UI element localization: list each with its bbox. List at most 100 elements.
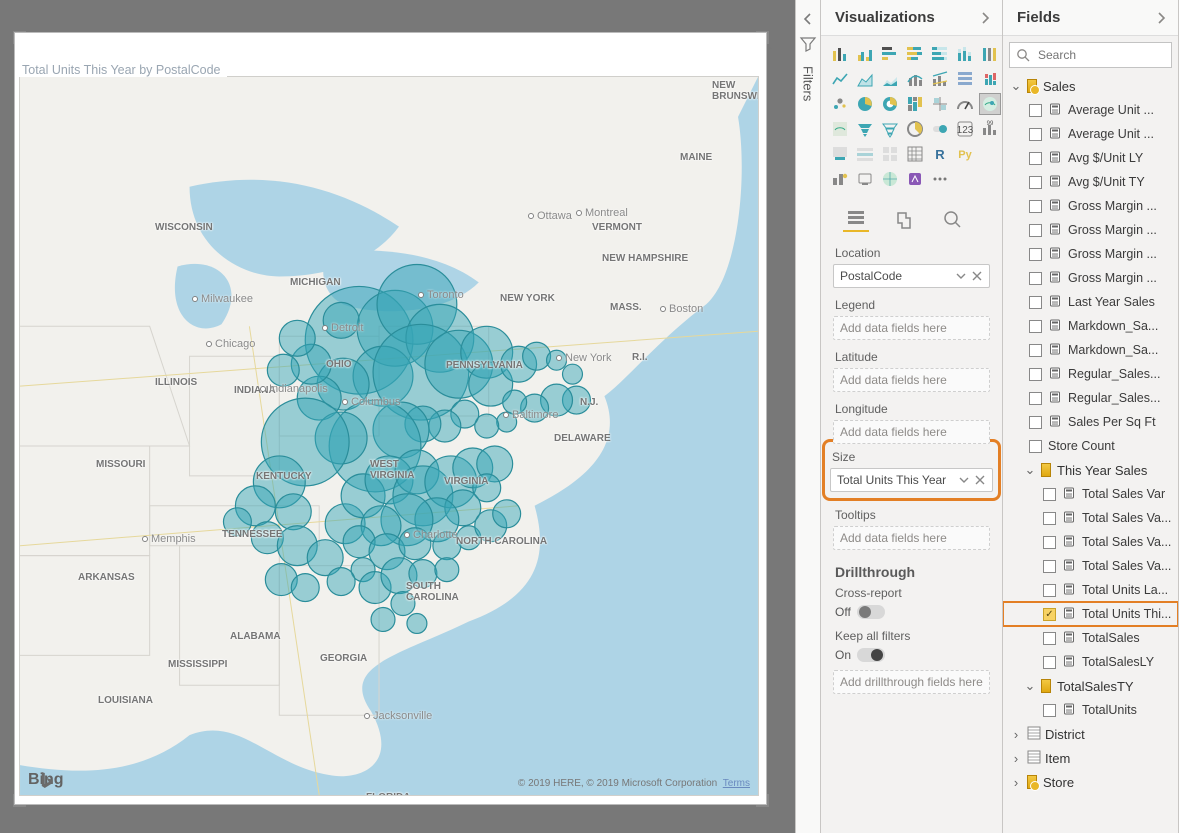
- viz-thumb-6[interactable]: [979, 43, 1001, 65]
- field-row[interactable]: Sales Per Sq Ft: [1003, 410, 1178, 434]
- field-checkbox[interactable]: [1029, 392, 1042, 405]
- field-row[interactable]: Average Unit ...: [1003, 122, 1178, 146]
- field-row[interactable]: Total Sales Va...: [1003, 530, 1178, 554]
- remove-field-icon[interactable]: [971, 270, 983, 285]
- map-bubble[interactable]: [563, 364, 583, 384]
- chevron-down-icon[interactable]: [955, 270, 967, 285]
- field-checkbox[interactable]: [1029, 176, 1042, 189]
- viz-thumb-2[interactable]: [879, 43, 901, 65]
- field-row[interactable]: Total Units La...: [1003, 578, 1178, 602]
- viz-thumb-21[interactable]: [829, 118, 851, 140]
- viz-thumb-37[interactable]: [879, 168, 901, 190]
- viz-thumb-27[interactable]: 99: [979, 118, 1001, 140]
- viz-thumb-9[interactable]: [879, 68, 901, 90]
- remove-field-icon[interactable]: [974, 474, 986, 489]
- chevron-left-icon[interactable]: [801, 12, 815, 26]
- viz-thumb-23[interactable]: [879, 118, 901, 140]
- field-checkbox[interactable]: [1029, 440, 1042, 453]
- viz-thumb-13[interactable]: [979, 68, 1001, 90]
- field-checkbox[interactable]: [1043, 656, 1056, 669]
- group-node[interactable]: ⌄TotalSalesTY: [1003, 674, 1178, 698]
- field-checkbox[interactable]: [1029, 416, 1042, 429]
- fields-search[interactable]: [1009, 42, 1172, 68]
- keep-filters-toggle[interactable]: [857, 648, 885, 662]
- viz-thumb-32[interactable]: R: [929, 143, 951, 165]
- field-checkbox[interactable]: [1029, 320, 1042, 333]
- table-node-sales[interactable]: ⌄Sales: [1003, 74, 1178, 98]
- viz-thumb-28[interactable]: [829, 143, 851, 165]
- viz-thumb-15[interactable]: [854, 93, 876, 115]
- viz-thumb-1[interactable]: [854, 43, 876, 65]
- field-checkbox[interactable]: [1029, 272, 1042, 285]
- field-row[interactable]: Avg $/Unit LY: [1003, 146, 1178, 170]
- chevron-right-icon[interactable]: [978, 11, 992, 25]
- well-slot-longitude[interactable]: Add data fields here: [833, 420, 990, 444]
- cross-report-toggle[interactable]: [857, 605, 885, 619]
- field-row[interactable]: Total Units Thi...: [1003, 602, 1178, 626]
- map-bubble[interactable]: [327, 568, 355, 596]
- field-row[interactable]: Markdown_Sa...: [1003, 314, 1178, 338]
- field-checkbox[interactable]: [1029, 224, 1042, 237]
- map-bubble[interactable]: [407, 614, 427, 634]
- viz-thumb-35[interactable]: [829, 168, 851, 190]
- field-row[interactable]: Regular_Sales...: [1003, 386, 1178, 410]
- map-bubble[interactable]: [275, 494, 311, 530]
- viz-thumb-3[interactable]: [904, 43, 926, 65]
- table-node-store[interactable]: ›Store: [1003, 770, 1178, 794]
- well-slot-legend[interactable]: Add data fields here: [833, 316, 990, 340]
- viz-thumb-38[interactable]: [904, 168, 926, 190]
- map-bubble[interactable]: [493, 500, 521, 528]
- field-row[interactable]: Gross Margin ...: [1003, 242, 1178, 266]
- viz-thumb-4[interactable]: [929, 43, 951, 65]
- viz-thumb-33[interactable]: Py: [954, 143, 976, 165]
- viz-thumb-17[interactable]: [904, 93, 926, 115]
- field-checkbox[interactable]: [1029, 248, 1042, 261]
- field-row[interactable]: Total Sales Va...: [1003, 506, 1178, 530]
- well-slot-location[interactable]: PostalCode: [833, 264, 990, 288]
- viz-thumb-5[interactable]: [954, 43, 976, 65]
- viz-thumb-34[interactable]: [979, 143, 1001, 165]
- viz-thumb-39[interactable]: [929, 168, 951, 190]
- viz-thumb-25[interactable]: [929, 118, 951, 140]
- field-row[interactable]: Gross Margin ...: [1003, 194, 1178, 218]
- viz-thumb-30[interactable]: [879, 143, 901, 165]
- viz-thumb-0[interactable]: [829, 43, 851, 65]
- chevron-right-icon[interactable]: [1154, 11, 1168, 25]
- field-row[interactable]: Avg $/Unit TY: [1003, 170, 1178, 194]
- field-checkbox[interactable]: [1043, 632, 1056, 645]
- field-row[interactable]: TotalSales: [1003, 626, 1178, 650]
- field-row[interactable]: Total Sales Var: [1003, 482, 1178, 506]
- field-row[interactable]: Markdown_Sa...: [1003, 338, 1178, 362]
- well-slot-tooltips[interactable]: Add data fields here: [833, 526, 990, 550]
- viz-thumb-12[interactable]: [954, 68, 976, 90]
- map-canvas[interactable]: WISCONSINMICHIGANNEW YORKMASS.R.I.MAINEV…: [19, 76, 759, 796]
- viz-thumb-20[interactable]: [979, 93, 1001, 115]
- viz-thumb-29[interactable]: [854, 143, 876, 165]
- field-row[interactable]: Total Sales Va...: [1003, 554, 1178, 578]
- fields-tab[interactable]: [843, 206, 869, 232]
- field-checkbox[interactable]: [1043, 584, 1056, 597]
- viz-thumb-18[interactable]: [929, 93, 951, 115]
- viz-thumb-8[interactable]: [854, 68, 876, 90]
- well-slot-latitude[interactable]: Add data fields here: [833, 368, 990, 392]
- map-bubble[interactable]: [279, 320, 315, 356]
- viz-thumb-7[interactable]: [829, 68, 851, 90]
- field-checkbox[interactable]: [1043, 536, 1056, 549]
- field-row[interactable]: Average Unit ...: [1003, 98, 1178, 122]
- table-node-district[interactable]: ›District: [1003, 722, 1178, 746]
- field-checkbox[interactable]: [1043, 488, 1056, 501]
- map-bubble[interactable]: [523, 342, 551, 370]
- map-bubble[interactable]: [291, 574, 319, 602]
- fields-search-input[interactable]: [1036, 47, 1179, 63]
- viz-thumb-16[interactable]: [879, 93, 901, 115]
- table-node-item[interactable]: ›Item: [1003, 746, 1178, 770]
- group-node[interactable]: ⌄This Year Sales: [1003, 458, 1178, 482]
- field-row[interactable]: Regular_Sales...: [1003, 362, 1178, 386]
- field-row[interactable]: TotalUnits: [1003, 698, 1178, 722]
- chevron-down-icon[interactable]: [958, 474, 970, 489]
- viz-thumb-36[interactable]: [854, 168, 876, 190]
- field-row[interactable]: Gross Margin ...: [1003, 218, 1178, 242]
- viz-thumb-26[interactable]: 123: [954, 118, 976, 140]
- field-checkbox[interactable]: [1029, 104, 1042, 117]
- viz-thumb-10[interactable]: [904, 68, 926, 90]
